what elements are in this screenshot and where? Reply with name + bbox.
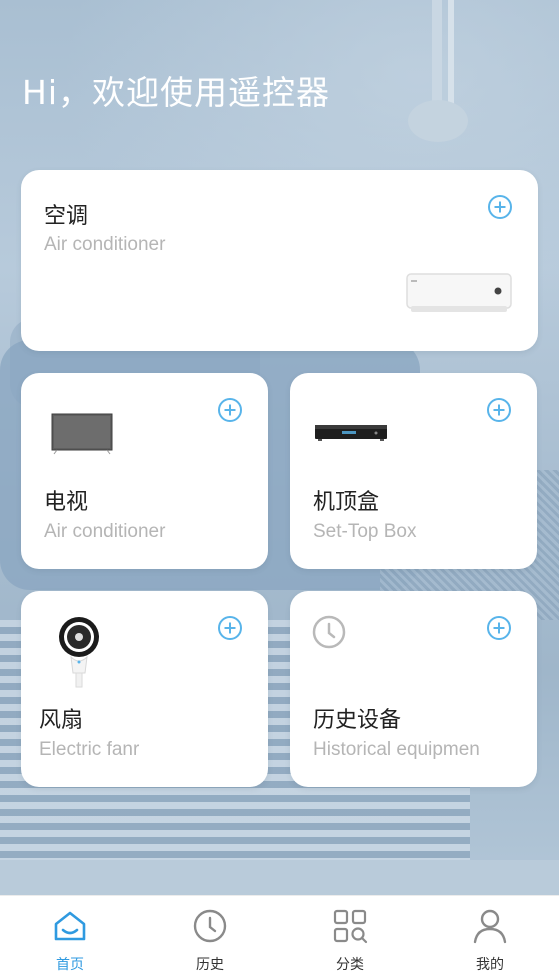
device-title: 机顶盒 xyxy=(313,490,380,515)
device-card-air-conditioner[interactable]: 空调 Air conditioner xyxy=(21,170,538,351)
fan-icon xyxy=(59,617,99,688)
air-conditioner-icon xyxy=(406,273,512,312)
device-card-fan[interactable]: 风扇 Electric fanr xyxy=(21,591,268,787)
set-top-box-icon xyxy=(315,425,387,441)
device-title: 空调 xyxy=(44,204,89,229)
nav-label: 分类 xyxy=(336,957,364,973)
clock-icon xyxy=(193,909,227,943)
tv-icon xyxy=(51,413,113,455)
device-title: 风扇 xyxy=(39,708,84,733)
nav-label: 我的 xyxy=(476,957,504,973)
add-device-button[interactable] xyxy=(487,616,511,640)
nav-item-category[interactable]: 分类 xyxy=(280,896,420,978)
device-subtitle: Historical equipmen xyxy=(313,739,480,760)
nav-item-home[interactable]: 首页 xyxy=(0,896,140,978)
device-subtitle: Electric fanr xyxy=(39,739,140,760)
device-title: 历史设备 xyxy=(313,708,402,733)
device-subtitle: Set-Top Box xyxy=(313,521,417,542)
add-device-button[interactable] xyxy=(488,195,512,219)
home-icon xyxy=(54,911,86,941)
device-subtitle: Air conditioner xyxy=(44,234,166,255)
user-icon xyxy=(473,909,507,944)
add-device-button[interactable] xyxy=(218,616,242,640)
device-card-set-top-box[interactable]: 机顶盒 Set-Top Box xyxy=(290,373,537,569)
nav-label: 历史 xyxy=(196,957,224,973)
device-card-history[interactable]: 历史设备 Historical equipmen xyxy=(290,591,537,787)
nav-item-profile[interactable]: 我的 xyxy=(420,896,559,978)
device-subtitle: Air conditioner xyxy=(44,521,166,542)
nav-item-history[interactable]: 历史 xyxy=(140,896,280,978)
device-title: 电视 xyxy=(44,490,89,515)
bottom-nav: 首页 历史 分类 我的 xyxy=(0,895,559,978)
nav-label: 首页 xyxy=(56,957,84,973)
add-device-button[interactable] xyxy=(487,398,511,422)
device-card-tv[interactable]: 电视 Air conditioner xyxy=(21,373,268,569)
category-grid-icon xyxy=(333,909,368,944)
clock-icon xyxy=(312,615,346,649)
greeting-title: Hi，欢迎使用遥控器 xyxy=(22,73,330,112)
add-device-button[interactable] xyxy=(218,398,242,422)
